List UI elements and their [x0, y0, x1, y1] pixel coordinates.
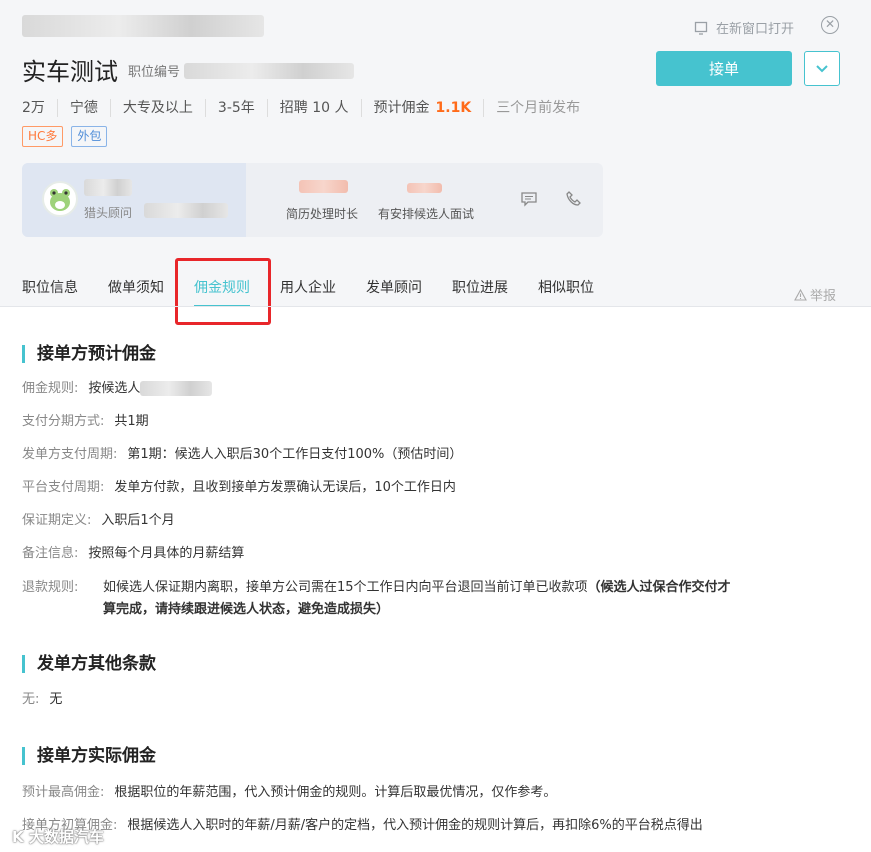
- refund-emphasis-2: 算完成，请持续跟进候选人状态，避免造成损失）: [103, 602, 390, 617]
- tab-bar: 职位信息 做单须知 佣金规则 用人企业 发单顾问 职位进展 相似职位: [22, 279, 624, 307]
- row-value: 入职后1个月: [101, 513, 175, 528]
- open-new-window-link[interactable]: 在新窗口打开: [694, 18, 794, 37]
- row-label: 预计最高佣金:: [22, 785, 105, 800]
- row-value: 按照每个月具体的月薪结算: [88, 546, 245, 561]
- commission-rule-row: 佣金规则: 按候选人: [22, 379, 213, 399]
- blurred-stat1-value: [299, 180, 348, 193]
- experience: 3-5年: [204, 99, 267, 117]
- section-title-expected-commission: 接单方预计佣金: [22, 345, 156, 363]
- watermark: K 大数据汽车: [12, 828, 104, 846]
- row-value: 共1期: [114, 414, 149, 429]
- consultant-info[interactable]: 猎头顾问: [22, 163, 246, 237]
- row-label: 无:: [22, 692, 40, 707]
- payment-installment-row: 支付分期方式: 共1期: [22, 412, 149, 432]
- row-label: 平台支付周期:: [22, 480, 105, 495]
- row-label: 备注信息:: [22, 546, 79, 561]
- refund-emphasis-1: （候选人过保合作交付才: [587, 580, 731, 595]
- section-title-actual-commission: 接单方实际佣金: [22, 747, 156, 765]
- row-value: 根据候选人入职时的年薪/月薪/客户的定档，代入预计佣金的规则计算后，再扣除6%的…: [127, 818, 703, 833]
- row-label: 保证期定义:: [22, 513, 92, 528]
- hiring-prefix: 招聘: [279, 100, 308, 116]
- annotation-highlight-box: [175, 258, 271, 325]
- tab-employer[interactable]: 用人企业: [280, 279, 336, 297]
- commission-value: 1.1K: [435, 100, 472, 116]
- tag-outsource: 外包: [71, 126, 108, 147]
- refund-text: 如候选人保证期内离职，接单方公司需在15个工作日内向平台退回当前订单已收款项: [103, 580, 588, 595]
- row-label: 佣金规则:: [22, 381, 79, 396]
- accept-order-button[interactable]: 接单: [656, 51, 792, 86]
- publisher-payment-cycle-row: 发单方支付周期: 第1期：候选人入职后30个工作日支付100%（预估时间）: [22, 445, 462, 465]
- row-value: 根据职位的年薪范围，代入预计佣金的规则。计算后取最优情况，仅作参考。: [114, 785, 557, 800]
- hiring-suffix: 人: [334, 100, 349, 116]
- initial-commission-row: 接单方初算佣金: 根据候选人入职时的年薪/月薪/客户的定档，代入预计佣金的规则计算…: [22, 816, 703, 836]
- guarantee-period-row: 保证期定义: 入职后1个月: [22, 511, 175, 531]
- blurred-consultant-company: [144, 203, 228, 218]
- hiring-number: 10: [312, 100, 331, 116]
- phone-icon[interactable]: [565, 190, 583, 208]
- estimated-commission: 预计佣金 1.1K: [360, 99, 484, 117]
- job-header: 在新窗口打开 ✕ 实车测试 职位编号 接单 2万 宁德 大专及以上 3-5年 招…: [0, 0, 871, 325]
- row-label: 退款规则:: [22, 580, 79, 595]
- stat-resume-time-label: 简历处理时长: [286, 207, 359, 221]
- other-terms-row: 无: 无: [22, 690, 62, 710]
- tab-progress[interactable]: 职位进展: [452, 279, 508, 297]
- open-new-window-label: 在新窗口打开: [716, 22, 795, 37]
- tab-publisher[interactable]: 发单顾问: [366, 279, 422, 297]
- max-commission-row: 预计最高佣金: 根据职位的年薪范围，代入预计佣金的规则。计算后取最优情况，仅作参考…: [22, 783, 556, 803]
- salary: 2万: [22, 100, 45, 116]
- blurred-consultant-name: [84, 179, 132, 196]
- row-value: 发单方付款，且收到接单方发票确认无误后，10个工作日内: [114, 480, 456, 495]
- section-title-other-terms: 发单方其他条款: [22, 655, 156, 673]
- city: 宁德: [56, 99, 110, 117]
- consultant-card: 猎头顾问 简历处理时长 有安排候选人面试: [22, 163, 603, 237]
- more-options-button[interactable]: [804, 51, 840, 86]
- close-icon[interactable]: ✕: [821, 16, 839, 34]
- job-number-label: 职位编号: [128, 65, 181, 80]
- page-title: 实车测试: [22, 58, 118, 86]
- chevron-down-icon: [816, 64, 828, 72]
- tag-hc: HC多: [22, 126, 64, 147]
- headhunter-label: 猎头顾问: [84, 206, 133, 220]
- remarks-row: 备注信息: 按照每个月具体的月薪结算: [22, 544, 244, 564]
- job-meta: 2万 宁德 大专及以上 3-5年 招聘 10 人 预计佣金 1.1K 三个月前发布: [22, 99, 592, 117]
- row-value: 第1期：候选人入职后30个工作日支付100%（预估时间）: [127, 447, 463, 462]
- tab-notice[interactable]: 做单须知: [108, 279, 164, 297]
- avatar: [42, 181, 78, 217]
- job-tags: HC多 外包: [22, 126, 115, 147]
- external-window-icon: [694, 21, 708, 35]
- blurred-rule-detail: [140, 381, 213, 396]
- refund-rule-text: 如候选人保证期内离职，接单方公司需在15个工作日内向平台退回当前订单已收款项（候…: [103, 577, 803, 621]
- row-value: 按候选人: [88, 381, 141, 396]
- row-label: 支付分期方式:: [22, 414, 105, 429]
- hiring-count: 招聘 10 人: [266, 99, 361, 117]
- warning-icon: [794, 288, 807, 301]
- report-link[interactable]: 举报: [794, 285, 836, 304]
- row-label: 发单方支付周期:: [22, 447, 118, 462]
- message-icon[interactable]: [520, 191, 538, 207]
- divider: [0, 306, 871, 307]
- blurred-job-number: [184, 62, 355, 79]
- report-label: 举报: [810, 289, 837, 304]
- job-number: 职位编号: [128, 61, 355, 80]
- publish-time: 三个月前发布: [483, 99, 592, 117]
- tab-job-info[interactable]: 职位信息: [22, 279, 78, 297]
- stat-interview-label: 有安排候选人面试: [378, 207, 475, 221]
- row-value: 无: [49, 692, 63, 707]
- education: 大专及以上: [109, 99, 205, 117]
- tab-similar-jobs[interactable]: 相似职位: [538, 279, 594, 297]
- platform-payment-cycle-row: 平台支付周期: 发单方付款，且收到接单方发票确认无误后，10个工作日内: [22, 478, 456, 498]
- blurred-breadcrumb: [22, 15, 264, 37]
- commission-label: 预计佣金: [373, 100, 430, 116]
- blurred-stat2-value: [407, 183, 442, 193]
- frog-avatar-icon: [50, 189, 70, 211]
